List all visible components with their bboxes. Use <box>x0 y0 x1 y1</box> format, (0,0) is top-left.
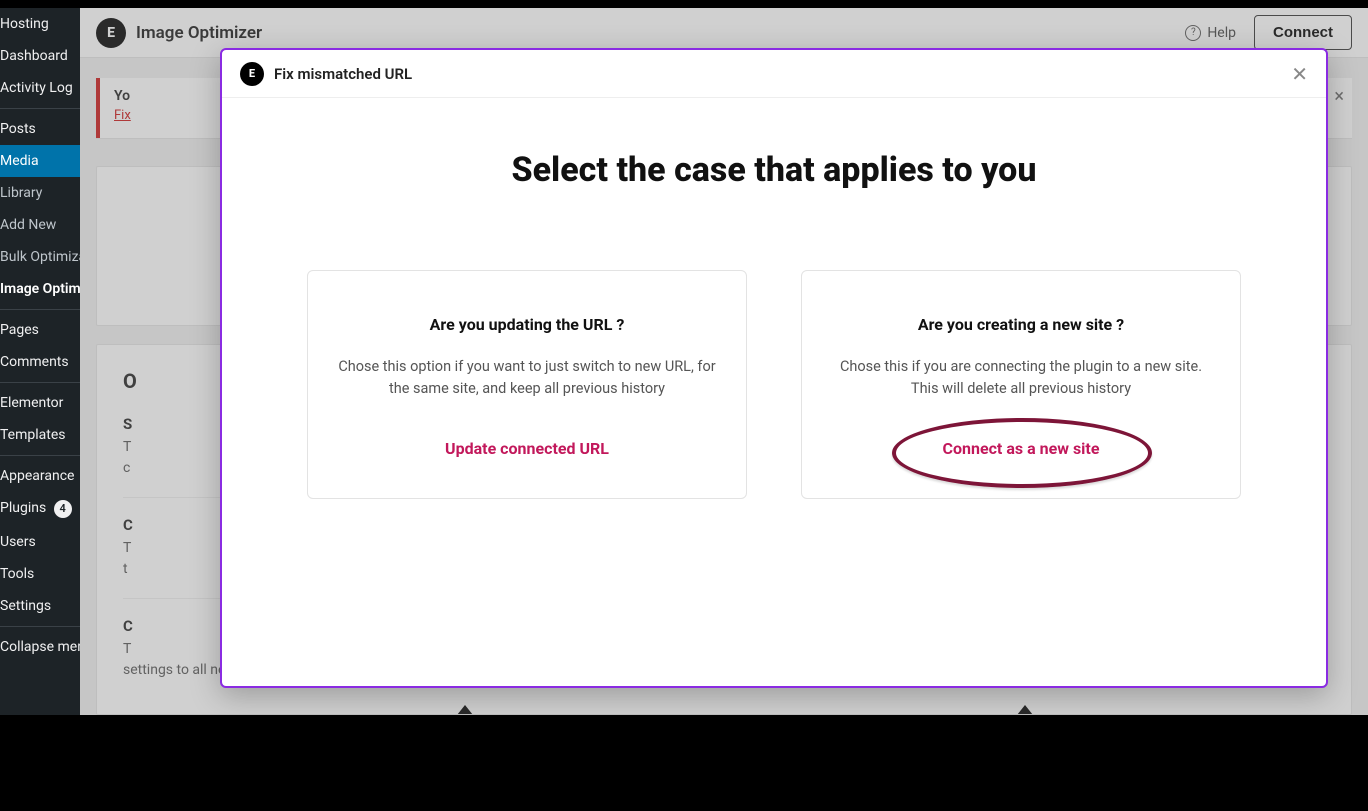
sidebar-item-plugins[interactable]: Plugins 4 <box>0 492 80 526</box>
sidebar-item-add-new[interactable]: Add New <box>0 209 80 241</box>
sidebar-item-appearance[interactable]: Appearance <box>0 460 80 492</box>
sidebar-item-activity-log[interactable]: Activity Log <box>0 72 80 104</box>
modal-title: Fix mismatched URL <box>274 65 412 83</box>
modal-close-button[interactable]: ✕ <box>1291 64 1308 84</box>
sidebar-item-templates[interactable]: Templates <box>0 419 80 451</box>
sidebar-item-settings[interactable]: Settings <box>0 590 80 622</box>
sidebar-item-collapse[interactable]: Collapse menu <box>0 631 80 663</box>
card-description: Chose this if you are connecting the plu… <box>830 356 1212 401</box>
card-question: Are you creating a new site ? <box>830 315 1212 334</box>
sidebar-item-posts[interactable]: Posts <box>0 113 80 145</box>
sidebar-item-image-optimizer[interactable]: Image Optimizer <box>0 273 80 305</box>
card-question: Are you updating the URL ? <box>336 315 718 334</box>
sidebar-item-hosting[interactable]: Hosting <box>0 8 80 40</box>
sidebar-item-label: Plugins <box>0 500 46 516</box>
sidebar-item-library[interactable]: Library <box>0 177 80 209</box>
sidebar-item-users[interactable]: Users <box>0 526 80 558</box>
sidebar-item-bulk-optimization[interactable]: Bulk Optimization <box>0 241 80 273</box>
sidebar-item-elementor[interactable]: Elementor <box>0 387 80 419</box>
new-site-card: Are you creating a new site ? Chose this… <box>801 270 1241 499</box>
sidebar-item-dashboard[interactable]: Dashboard <box>0 40 80 72</box>
sidebar-item-tools[interactable]: Tools <box>0 558 80 590</box>
elementor-logo-icon: E <box>240 62 264 86</box>
card-description: Chose this option if you want to just sw… <box>336 356 718 401</box>
modal-header: E Fix mismatched URL ✕ <box>222 50 1326 98</box>
update-url-card: Are you updating the URL ? Chose this op… <box>307 270 747 499</box>
sidebar-item-pages[interactable]: Pages <box>0 314 80 346</box>
sidebar-item-media[interactable]: Media <box>0 145 80 177</box>
modal-heading: Select the case that applies to you <box>262 150 1286 190</box>
admin-sidebar: Hosting Dashboard Activity Log Posts Med… <box>0 8 80 715</box>
plugins-count-badge: 4 <box>54 500 72 518</box>
update-connected-url-button[interactable]: Update connected URL <box>445 439 609 458</box>
connect-as-new-site-button[interactable]: Connect as a new site <box>943 439 1100 458</box>
sidebar-item-comments[interactable]: Comments <box>0 346 80 378</box>
fix-url-modal: E Fix mismatched URL ✕ Select the case t… <box>220 48 1328 688</box>
